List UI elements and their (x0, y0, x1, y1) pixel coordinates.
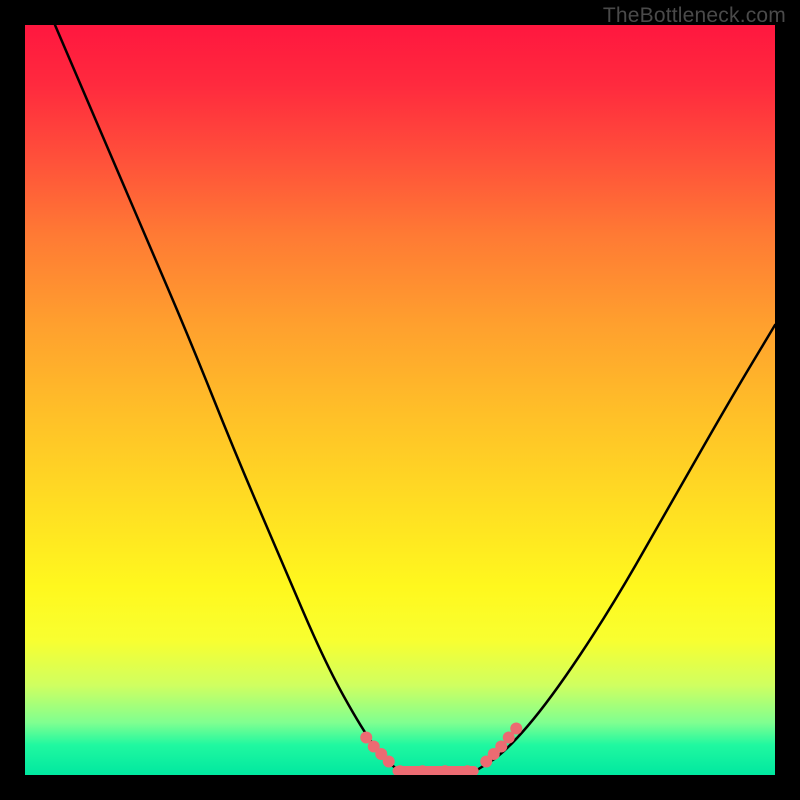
chart-bottom-band (393, 766, 479, 775)
chart-svg (25, 25, 775, 775)
chart-plot-area (25, 25, 775, 775)
chart-markers (360, 723, 522, 776)
chart-curves (55, 25, 775, 771)
